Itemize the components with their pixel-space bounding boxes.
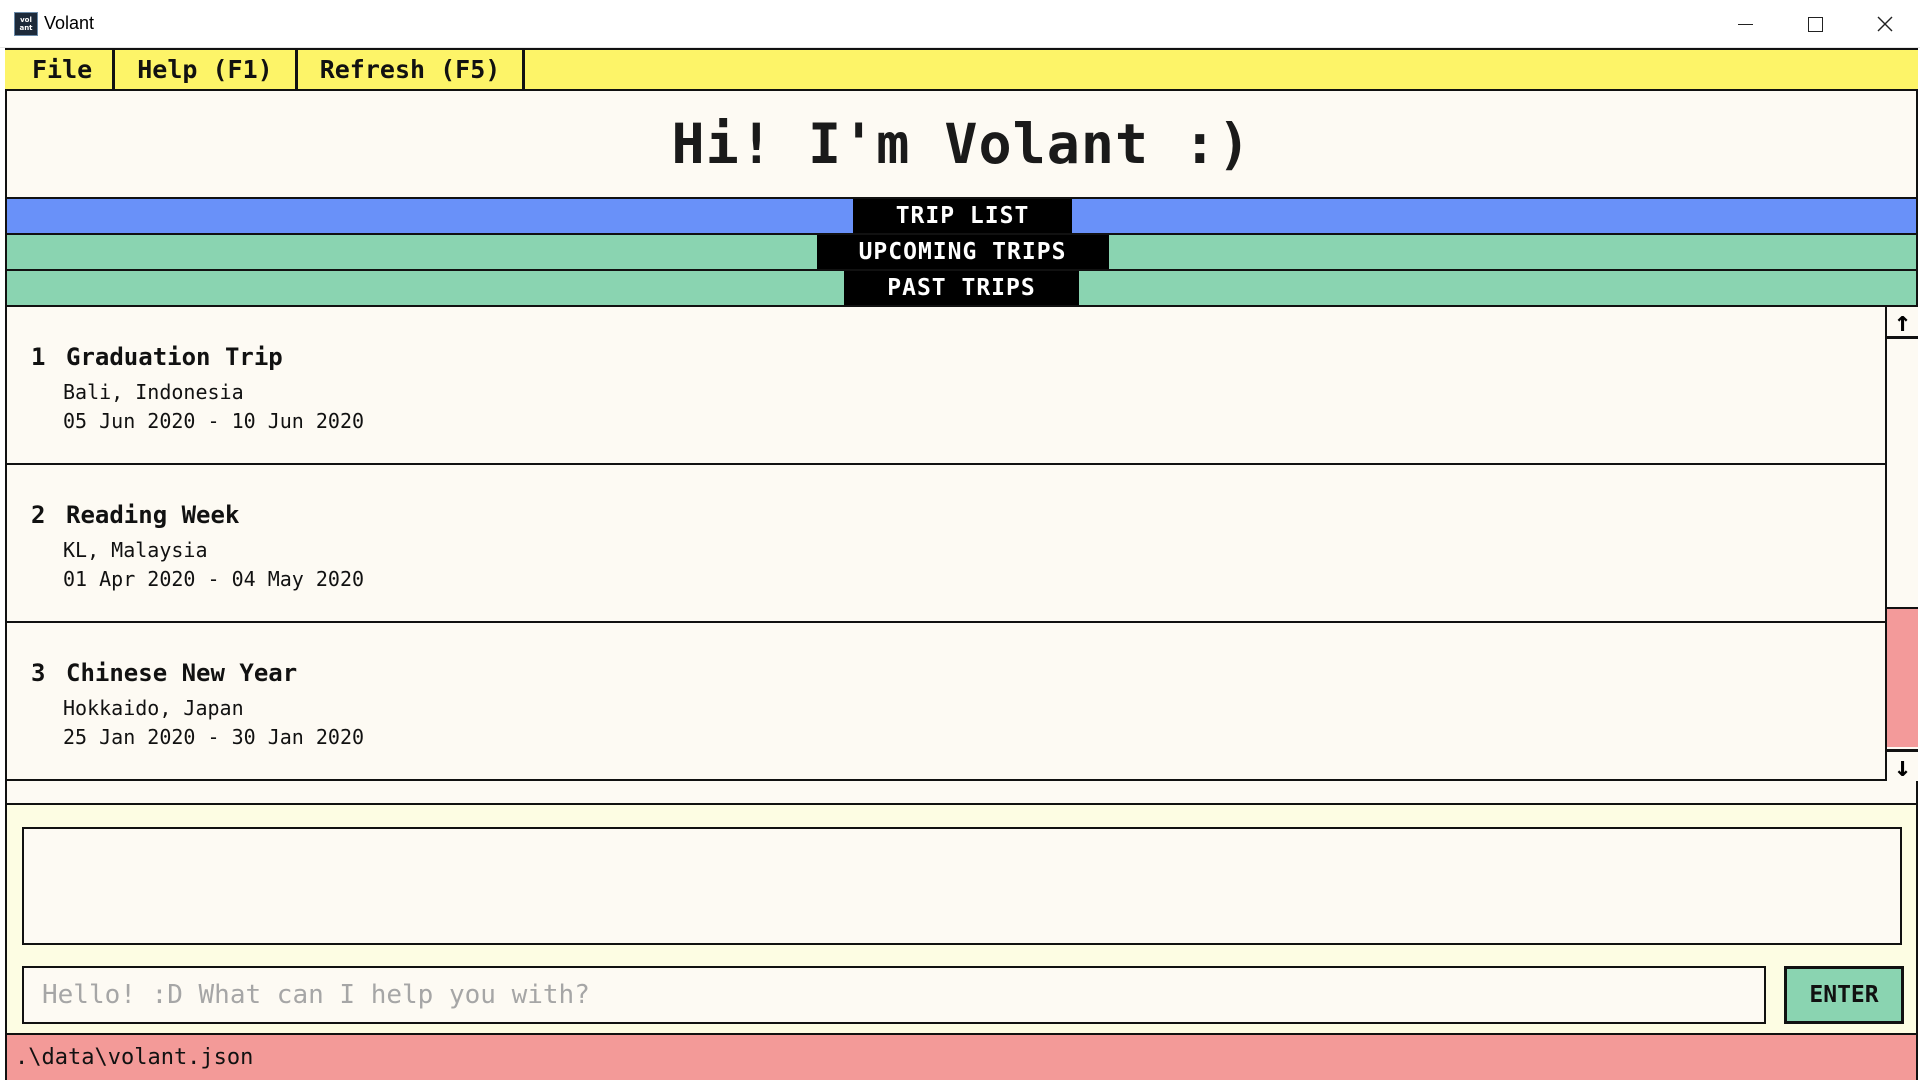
- tab-row-past: PAST TRIPS: [7, 269, 1916, 307]
- trip-name: Chinese New Year: [66, 659, 298, 687]
- main-panel: Hi! I'm Volant :) TRIP LIST UPCOMING TRI…: [5, 91, 1918, 1033]
- minimize-button[interactable]: [1710, 0, 1780, 48]
- scroll-up-button[interactable]: ↑: [1887, 305, 1918, 339]
- trip-list-scrollbar[interactable]: ↑ ↓: [1885, 305, 1918, 783]
- save-file-path: .\data\volant.json: [15, 1045, 254, 1070]
- arrow-down-icon: ↓: [1894, 750, 1911, 783]
- tab-upcoming-trips[interactable]: UPCOMING TRIPS: [816, 235, 1109, 269]
- greeting-header: Hi! I'm Volant :): [671, 112, 1252, 176]
- scroll-down-button[interactable]: ↓: [1887, 749, 1918, 783]
- enter-button[interactable]: ENTER: [1784, 966, 1904, 1024]
- minimize-icon: [1737, 23, 1753, 25]
- command-input[interactable]: [22, 966, 1766, 1024]
- status-bar: .\data\volant.json: [5, 1033, 1918, 1080]
- trip-card[interactable]: 3 Chinese New Year Hokkaido, Japan 25 Ja…: [7, 623, 1885, 781]
- tab-past-trips[interactable]: PAST TRIPS: [844, 271, 1079, 305]
- trip-dates: 05 Jun 2020 - 10 Jun 2020: [63, 409, 365, 433]
- trip-card[interactable]: 2 Reading Week KL, Malaysia 01 Apr 2020 …: [7, 465, 1885, 623]
- trip-card[interactable]: 1 Graduation Trip Bali, Indonesia 05 Jun…: [7, 307, 1885, 465]
- window-title-bar: vol ant Volant: [0, 0, 1920, 48]
- arrow-up-icon: ↑: [1894, 305, 1911, 338]
- menu-file[interactable]: File: [5, 50, 116, 89]
- menu-help[interactable]: Help (F1): [115, 50, 298, 89]
- trip-name: Graduation Trip: [66, 343, 283, 371]
- trip-location: Bali, Indonesia: [63, 380, 244, 404]
- menu-refresh[interactable]: Refresh (F5): [298, 50, 526, 89]
- close-button[interactable]: [1850, 0, 1920, 48]
- command-area: ENTER: [7, 803, 1916, 1033]
- tab-row-trip-list: TRIP LIST: [7, 197, 1916, 233]
- maximize-button[interactable]: [1780, 0, 1850, 48]
- trip-location: Hokkaido, Japan: [63, 696, 244, 720]
- trip-list: 1 Graduation Trip Bali, Indonesia 05 Jun…: [7, 307, 1885, 781]
- menu-bar: File Help (F1) Refresh (F5): [5, 48, 1918, 91]
- trip-index: 1: [31, 343, 46, 371]
- trip-name: Reading Week: [66, 501, 240, 529]
- result-display: [22, 827, 1902, 945]
- tab-trip-list[interactable]: TRIP LIST: [853, 199, 1072, 233]
- scroll-thumb[interactable]: [1887, 607, 1918, 747]
- window-title: Volant: [44, 13, 95, 33]
- maximize-icon: [1807, 16, 1823, 32]
- trip-dates: 25 Jan 2020 - 30 Jan 2020: [63, 725, 365, 749]
- tab-row-upcoming: UPCOMING TRIPS: [7, 233, 1916, 269]
- trip-location: KL, Malaysia: [63, 538, 208, 562]
- trip-index: 2: [31, 501, 46, 529]
- close-icon: [1877, 16, 1893, 32]
- trip-dates: 01 Apr 2020 - 04 May 2020: [63, 567, 365, 591]
- trip-index: 3: [31, 659, 46, 687]
- volant-app-icon: vol ant: [14, 12, 38, 36]
